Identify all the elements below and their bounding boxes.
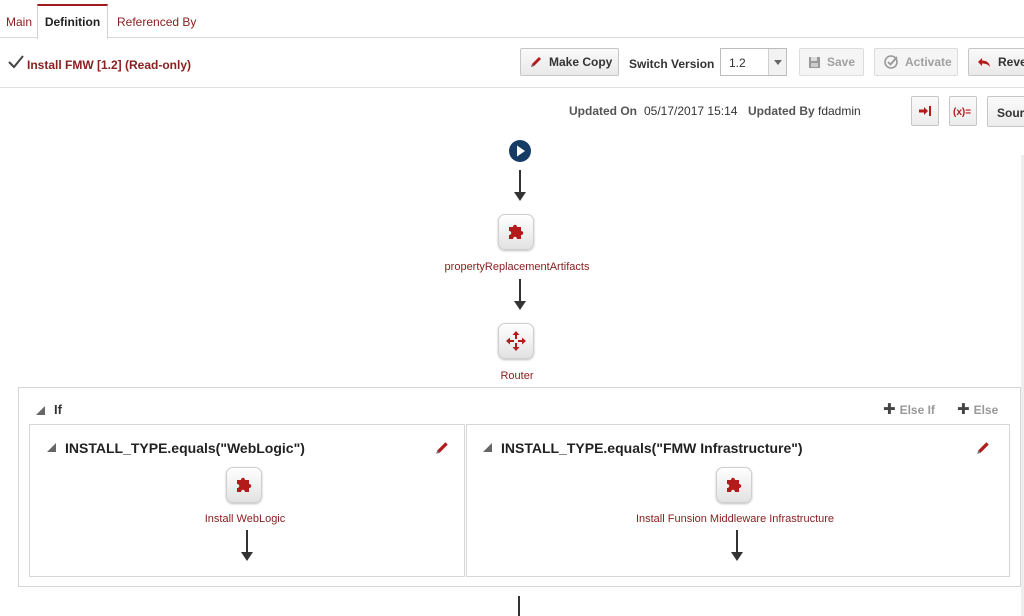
chevron-down-icon[interactable] [768, 49, 786, 75]
switch-version-label: Switch Version [629, 57, 715, 71]
if-title: If [54, 402, 62, 417]
updated-on-label: Updated On [569, 104, 637, 118]
revert-label: Reve [998, 55, 1024, 69]
puzzle-icon [237, 477, 252, 492]
branch-condition: INSTALL_TYPE.equals("FMW Infrastructure"… [501, 440, 803, 456]
source-button[interactable]: Sour [987, 96, 1024, 127]
add-else-if-button[interactable]: ✚ Else If [883, 401, 935, 418]
floppy-icon [809, 56, 820, 68]
tab-bar: Main Definition Referenced By [0, 4, 1024, 39]
flow-arrow-icon [514, 279, 526, 310]
activate-label: Activate [905, 55, 952, 69]
node-label[interactable]: Router [500, 370, 533, 382]
activate-button[interactable]: Activate [874, 48, 958, 76]
updated-by-label: Updated By [748, 104, 815, 118]
undo-arrow-icon [978, 57, 990, 67]
plus-icon: ✚ [957, 401, 970, 418]
start-play-icon[interactable] [508, 139, 532, 163]
flow-connector-line [518, 596, 520, 616]
else-if-label: Else If [899, 403, 935, 417]
puzzle-icon [509, 224, 524, 239]
revert-button[interactable]: Reve [968, 48, 1024, 76]
router-node[interactable] [498, 323, 534, 359]
node-label[interactable]: propertyReplacementArtifacts [445, 261, 590, 273]
version-value: 1.2 [729, 56, 746, 70]
flow-arrow-icon [514, 170, 526, 201]
import-icon [919, 106, 931, 116]
import-button[interactable] [911, 96, 939, 126]
make-copy-button[interactable]: Make Copy [520, 48, 619, 76]
node-label[interactable]: Install Funsion Middleware Infrastructur… [636, 513, 834, 525]
add-else-button[interactable]: ✚ Else [957, 401, 999, 418]
router-icon [506, 331, 526, 351]
edit-pencil-icon[interactable] [975, 440, 991, 456]
checkmark-icon [8, 55, 24, 69]
task-node-property-replacement[interactable] [498, 214, 534, 250]
variable-expression-icon: (x)= [953, 107, 971, 118]
activate-check-icon [884, 55, 898, 69]
save-label: Save [827, 55, 856, 69]
variables-button[interactable]: (x)= [949, 96, 977, 126]
task-node-install-weblogic[interactable] [226, 467, 262, 503]
updated-by-value: fdadmin [818, 104, 861, 118]
tab-referenced-by[interactable]: Referenced By [117, 4, 196, 38]
plus-icon: ✚ [883, 401, 896, 418]
title-toolbar: Install FMW [1.2] (Read-only) Make Copy … [0, 38, 1024, 88]
collapse-triangle-icon[interactable] [47, 443, 56, 452]
make-copy-label: Make Copy [549, 55, 613, 69]
flow-arrow-icon [241, 530, 253, 561]
puzzle-icon [727, 477, 742, 492]
node-label[interactable]: Install WebLogic [205, 513, 286, 525]
svg-text:(x)=: (x)= [953, 107, 971, 118]
edit-pencil-icon[interactable] [434, 440, 450, 456]
page-title: Install FMW [1.2] (Read-only) [27, 58, 192, 72]
task-node-install-fmw-infrastructure[interactable] [716, 467, 752, 503]
tab-main[interactable]: Main [6, 4, 32, 38]
flow-arrow-icon [731, 530, 743, 561]
version-select[interactable]: 1.2 [720, 48, 787, 76]
updated-on-value: 05/17/2017 15:14 [644, 104, 738, 118]
else-label: Else [973, 403, 999, 417]
pencil-icon [531, 57, 541, 67]
collapse-triangle-icon[interactable] [483, 443, 492, 452]
collapse-triangle-icon[interactable] [36, 406, 45, 415]
branch-condition: INSTALL_TYPE.equals("WebLogic") [65, 440, 305, 456]
save-button[interactable]: Save [799, 48, 864, 76]
tab-definition[interactable]: Definition [37, 4, 108, 39]
